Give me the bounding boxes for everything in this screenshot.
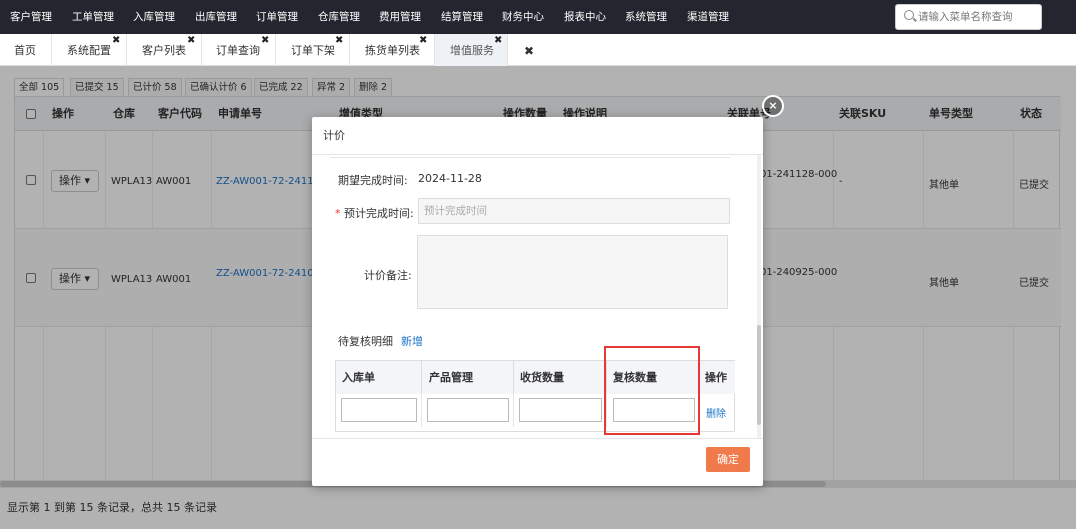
tab-customer-list[interactable]: 客户列表 ✖: [127, 34, 202, 66]
estimate-time-label-text: 预计完成时间:: [344, 207, 414, 220]
confirm-button[interactable]: 确定: [706, 447, 750, 472]
cell-product: [422, 394, 514, 427]
tab-system-config[interactable]: 系统配置 ✖: [52, 34, 127, 66]
close-icon[interactable]: ×: [762, 95, 784, 117]
search-icon: [904, 10, 914, 20]
tab-label: 系统配置: [67, 44, 111, 57]
close-icon[interactable]: ✖: [187, 36, 195, 46]
menu-search-input[interactable]: [918, 7, 1038, 27]
expected-time-label: 期望完成时间:: [338, 174, 408, 187]
nav-settlement[interactable]: 结算管理: [441, 0, 483, 34]
close-all-tabs-icon[interactable]: ✖: [524, 34, 534, 66]
col-product: 产品管理: [422, 361, 514, 394]
tab-home[interactable]: 首页: [0, 34, 52, 66]
tab-order-offshelf[interactable]: 订单下架 ✖: [276, 34, 350, 66]
received-qty-input[interactable]: [519, 398, 602, 422]
divider: [330, 157, 730, 158]
estimate-time-label: * 预计完成时间:: [335, 205, 414, 221]
delete-row-link[interactable]: 删除: [706, 405, 726, 420]
col-received-qty: 收货数量: [514, 361, 607, 394]
tab-picking-list[interactable]: 拣货单列表 ✖: [350, 34, 435, 66]
tab-label: 订单下架: [291, 44, 335, 57]
close-icon[interactable]: ✖: [261, 36, 269, 46]
scrollbar-thumb[interactable]: [757, 325, 761, 425]
remark-label: 计价备注:: [364, 269, 412, 282]
tab-label: 首页: [14, 44, 36, 57]
nav-outbound[interactable]: 出库管理: [195, 0, 237, 34]
detail-label: 待复核明细: [338, 335, 393, 348]
nav-system[interactable]: 系统管理: [625, 0, 667, 34]
nav-inbound[interactable]: 入库管理: [133, 0, 175, 34]
close-icon[interactable]: ✖: [494, 36, 502, 46]
product-input[interactable]: [427, 398, 509, 422]
tab-label: 增值服务: [450, 44, 494, 57]
col-action: 操作: [699, 361, 735, 394]
cell-inbound: [336, 394, 422, 427]
dialog-footer: 确定: [312, 438, 763, 486]
inbound-input[interactable]: [341, 398, 417, 422]
close-icon[interactable]: ✖: [112, 36, 120, 46]
dialog-title: 计价: [312, 117, 763, 155]
tab-label: 客户列表: [142, 44, 186, 57]
nav-channel[interactable]: 渠道管理: [687, 0, 729, 34]
estimate-time-input[interactable]: 预计完成时间: [418, 198, 730, 224]
highlight-box: [604, 346, 700, 435]
cell-received-qty: [514, 394, 607, 427]
nav-fee[interactable]: 费用管理: [379, 0, 421, 34]
tab-value-added-service[interactable]: 增值服务 ✖: [435, 34, 508, 66]
expected-time-value: 2024-11-28: [418, 172, 482, 185]
nav-report[interactable]: 报表中心: [564, 0, 606, 34]
close-icon[interactable]: ✖: [419, 36, 427, 46]
tab-bar: 首页 系统配置 ✖ 客户列表 ✖ 订单查询 ✖ 订单下架 ✖ 拣货单列表 ✖ 增值服务 ✖ …: [0, 34, 1076, 66]
add-detail-link[interactable]: 新增: [401, 333, 423, 349]
remark-textarea[interactable]: [417, 235, 728, 309]
nav-warehouse[interactable]: 仓库管理: [318, 0, 360, 34]
tab-label: 订单查询: [216, 44, 260, 57]
nav-order[interactable]: 订单管理: [256, 0, 298, 34]
dialog-scrollbar[interactable]: [757, 155, 761, 438]
col-inbound: 入库单: [336, 361, 422, 394]
nav-workorder[interactable]: 工单管理: [72, 0, 114, 34]
tab-label: 拣货单列表: [365, 44, 420, 57]
menu-search[interactable]: [895, 4, 1042, 30]
required-mark: *: [335, 207, 341, 220]
close-icon[interactable]: ✖: [335, 36, 343, 46]
nav-finance[interactable]: 财务中心: [502, 0, 544, 34]
nav-customer[interactable]: 客户管理: [10, 0, 52, 34]
top-navigation: 客户管理 工单管理 入库管理 出库管理 订单管理 仓库管理 费用管理 结算管理 …: [0, 0, 1076, 34]
tab-order-query[interactable]: 订单查询 ✖: [202, 34, 276, 66]
